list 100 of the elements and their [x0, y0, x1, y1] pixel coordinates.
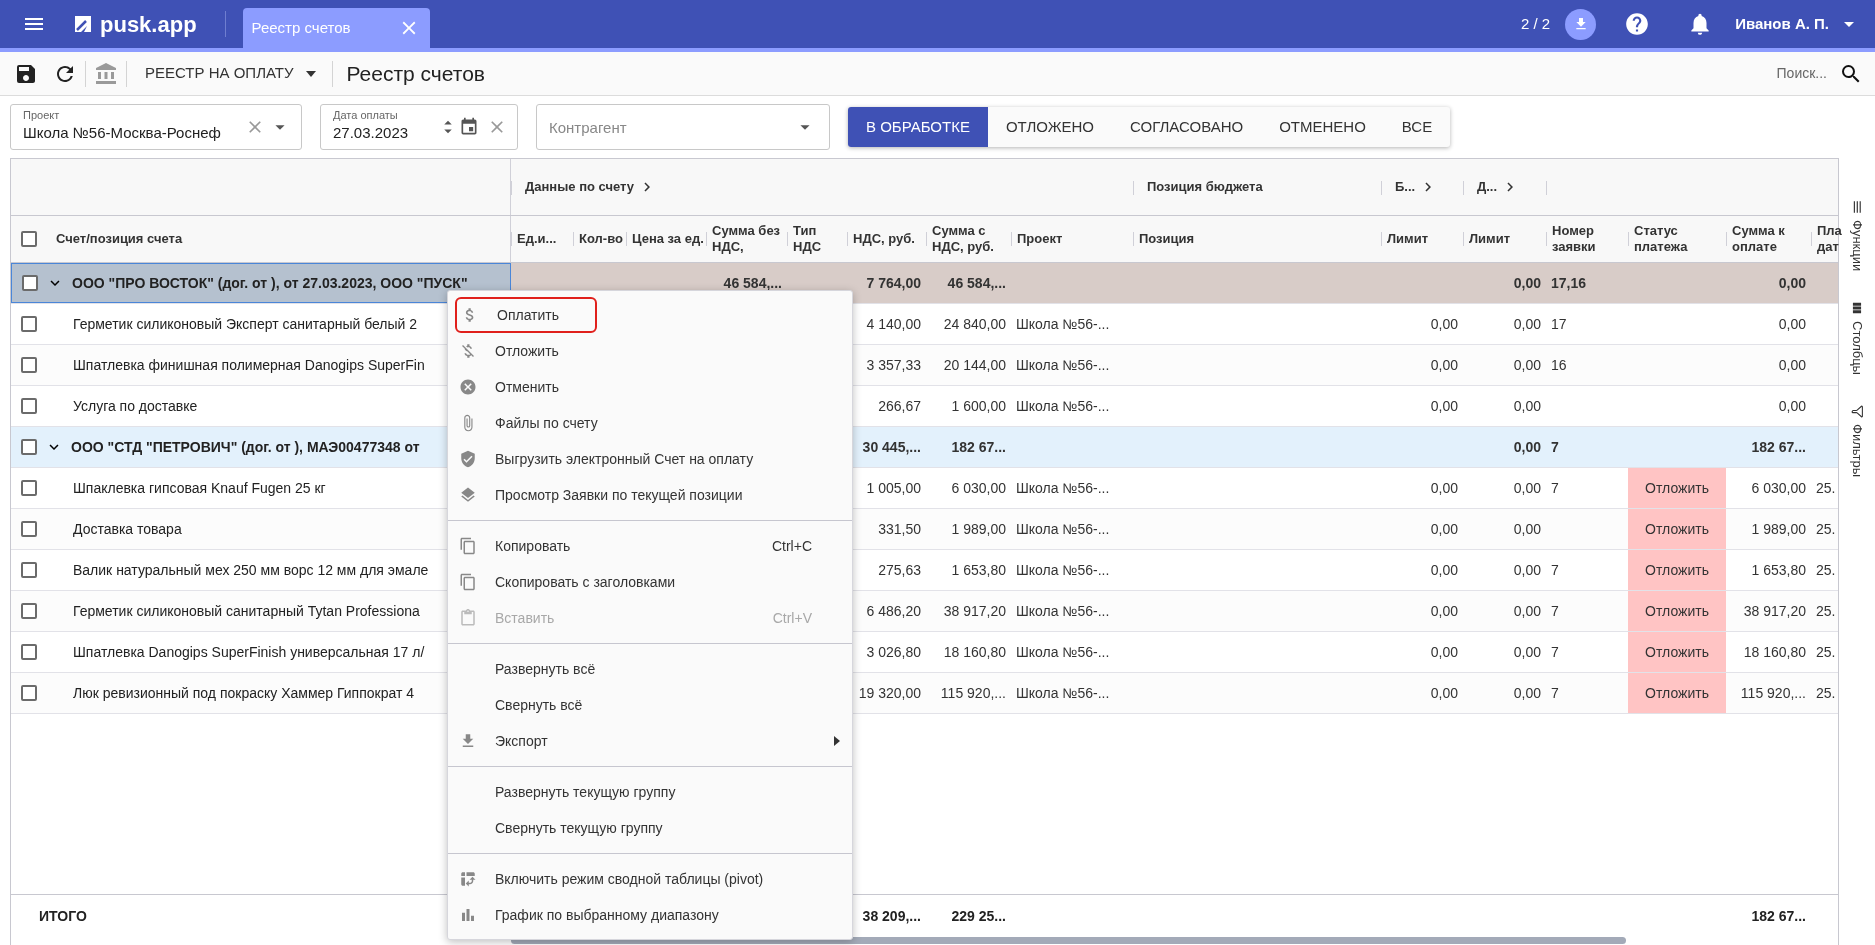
table-cell-text: 25. — [1816, 683, 1836, 703]
table-cell-text: 1 653,80 — [951, 560, 1006, 580]
table-cell-text: 0,00 — [1513, 642, 1541, 662]
checkbox[interactable] — [21, 316, 37, 332]
table-cell-text: 6 030,00 — [951, 478, 1006, 498]
column-group-header[interactable]: Позиция бюджета — [1147, 177, 1263, 197]
counterparty-field[interactable]: Контрагент — [536, 104, 830, 150]
table-cell-text: 18 160,80 — [1743, 642, 1806, 662]
table-cell-text: 16 — [1551, 355, 1567, 375]
table-cell-text: Школа №56-... — [1016, 519, 1110, 539]
table-cell-text: 0,00 — [1430, 683, 1458, 703]
table-cell-text: 1 600,00 — [951, 396, 1006, 416]
checkbox[interactable] — [21, 562, 37, 578]
layers-icon — [459, 486, 477, 504]
cancel-icon — [459, 378, 477, 396]
table-cell-text: 0,00 — [1778, 396, 1806, 416]
checkbox[interactable] — [21, 685, 37, 701]
column-header[interactable]: Сумма к оплате — [1732, 223, 1809, 255]
table-cell-text: 1 989,00 — [1751, 519, 1806, 539]
search-field[interactable]: Поиск... — [1737, 63, 1827, 84]
column-header[interactable]: Номер заявки — [1552, 223, 1626, 255]
item-name: Шпатлевка Danogips SuperFinish универсальная 17 л/ — [73, 642, 425, 662]
bank-icon[interactable] — [94, 61, 118, 86]
column-header[interactable]: Сумма с НДС, руб. — [932, 223, 1009, 255]
column-header[interactable]: Лимит — [1387, 231, 1429, 247]
checkbox[interactable] — [21, 521, 37, 537]
menu-item[interactable]: Экспорт — [448, 723, 852, 759]
project-field[interactable]: Проект Школа №56-Москва-Роснеф — [10, 104, 302, 150]
table-cell-text: 0,00 — [1430, 642, 1458, 662]
table-cell-text: 38 209,... — [862, 906, 921, 926]
column-group-header[interactable]: Данные по счету — [525, 177, 656, 197]
checkbox[interactable] — [21, 357, 37, 373]
status-tab[interactable]: СОГЛАСОВАНО — [1112, 107, 1262, 147]
checkbox[interactable] — [21, 480, 37, 496]
payment-status: Отложить — [1628, 632, 1726, 672]
field-value: Школа №56-Москва-Роснеф — [23, 123, 222, 144]
column-header[interactable]: Сумма без НДС, — [712, 223, 785, 255]
status-tab[interactable]: ВСЕ — [1383, 107, 1451, 147]
column-header[interactable]: Пла дат — [1817, 223, 1842, 255]
column-header[interactable]: Лимит — [1469, 231, 1511, 247]
field-label: Проект — [23, 109, 61, 123]
register-select[interactable]: РЕЕСТР НА ОПЛАТУ — [145, 62, 316, 85]
side-panel-tab[interactable]: Функции — [1847, 200, 1867, 272]
user-name[interactable]: Иванов А. П. — [1735, 12, 1829, 36]
group-row[interactable]: ООО "ПРО ВОСТОК" (дог. от ), от 27.03.2023, ООО "ПУСК" 46 584,... 7 764,00 46 584,... 0,00 17,16 0,00 — [11, 263, 1838, 304]
column-header[interactable]: НДС, руб. — [853, 231, 915, 247]
column-header[interactable]: Тип НДС — [793, 223, 845, 255]
table-cell-text: 229 25... — [951, 906, 1006, 926]
menu-item[interactable]: График по выбранному диапазону — [448, 897, 852, 933]
download-button[interactable] — [1565, 8, 1597, 40]
menu-item[interactable]: Оплатить — [455, 297, 597, 333]
side-panel-tab[interactable]: Фильтры — [1847, 405, 1867, 478]
table-cell-text: 0,00 — [1513, 355, 1541, 375]
payment-status: Отложить — [1628, 509, 1726, 549]
table-cell-text: 25. — [1816, 519, 1836, 539]
copy-icon — [459, 573, 477, 591]
column-header[interactable]: Счет/позиция счета — [56, 229, 183, 249]
table-cell-text: Школа №56-... — [1016, 314, 1110, 334]
menu-item[interactable]: Свернуть текущую группу — [448, 810, 852, 846]
status-tab[interactable]: ОТМЕНЕНО — [1261, 107, 1384, 147]
checkbox[interactable] — [21, 644, 37, 660]
item-name: Валик натуральный мех 250 мм ворс 12 мм для эмале — [73, 560, 429, 580]
checkbox[interactable] — [21, 231, 37, 247]
checkbox[interactable] — [22, 275, 38, 291]
calendar-icon[interactable] — [459, 117, 479, 137]
side-panel-tab[interactable]: Столбцы — [1847, 301, 1867, 376]
checkbox[interactable] — [21, 439, 37, 455]
column-header[interactable]: Позиция — [1139, 231, 1195, 247]
table-cell-text: 115 920,... — [940, 683, 1006, 703]
table-cell-text: 0,00 — [1513, 314, 1541, 334]
checkbox[interactable] — [21, 398, 37, 414]
table-cell-text: Школа №56-... — [1016, 478, 1110, 498]
column-header[interactable]: Кол-во — [579, 231, 623, 247]
checkbox[interactable] — [21, 603, 37, 619]
menu-item[interactable]: Включить режим сводной таблицы (pivot) — [448, 861, 852, 897]
column-header[interactable]: Цена за ед. — [632, 231, 704, 247]
status-tab[interactable]: ОТЛОЖЕНО — [987, 107, 1112, 147]
column-header[interactable]: Статус платежа — [1634, 223, 1724, 255]
menu-item[interactable]: Развернуть текущую группу — [448, 774, 852, 810]
table-cell-text: 19 320,00 — [858, 683, 921, 703]
table-cell-text: 1 989,00 — [951, 519, 1006, 539]
table-cell-text: 24 840,00 — [943, 314, 1006, 334]
copy-icon — [459, 537, 477, 555]
help-icon[interactable] — [1624, 11, 1651, 37]
column-group-header[interactable]: Д... — [1477, 177, 1520, 197]
table-cell-text: 25. — [1816, 478, 1836, 498]
bar-chart-icon — [459, 906, 477, 924]
filter-icon — [1850, 405, 1864, 419]
table-cell-text: 25. — [1816, 642, 1836, 662]
column-header[interactable]: Проект — [1017, 231, 1063, 247]
table-cell-text: 0,00 — [1513, 560, 1541, 580]
status-tab[interactable]: В ОБРАБОТКЕ — [848, 107, 988, 147]
table-cell-text: 0,00 — [1430, 396, 1458, 416]
payment-date-field[interactable]: Дата оплаты 27.03.2023 — [320, 104, 518, 150]
column-group-header[interactable]: Б... — [1395, 177, 1438, 197]
payment-status: Отложить — [1628, 673, 1726, 713]
columns-icon — [1850, 301, 1864, 316]
column-header[interactable]: Ед.и... — [517, 231, 557, 247]
table-cell-text: 38 917,20 — [943, 601, 1006, 621]
table-cell-text: 0,00 — [1513, 273, 1541, 293]
